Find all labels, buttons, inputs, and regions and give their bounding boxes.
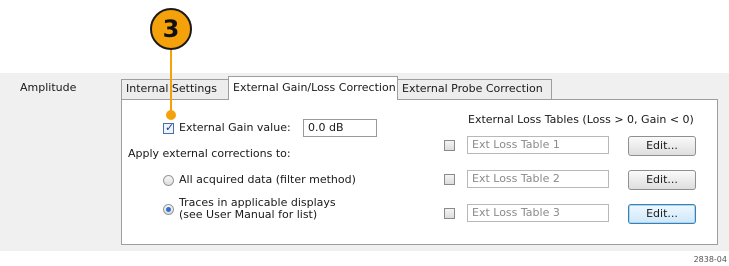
tab-internal-settings[interactable]: Internal Settings: [121, 79, 229, 99]
traces-in-displays-label: Traces in applicable displays (see User …: [179, 197, 336, 221]
all-acquired-data-radio[interactable]: [163, 175, 174, 186]
loss-table-1-checkbox[interactable]: [444, 140, 455, 151]
checkmark-icon: ✓: [165, 121, 175, 134]
figure-number: 2838-04: [693, 255, 727, 264]
external-gain-checkbox[interactable]: ✓: [163, 121, 175, 134]
loss-tables-heading: External Loss Tables (Loss > 0, Gain < 0…: [468, 113, 694, 126]
loss-table-2-edit-button[interactable]: Edit...: [628, 170, 696, 190]
traces-in-displays-label-line2: (see User Manual for list): [179, 208, 318, 221]
traces-in-displays-radio[interactable]: [163, 204, 174, 215]
external-gain-label: External Gain value:: [179, 121, 291, 134]
callout-number-badge: 3: [150, 8, 192, 50]
callout-pointer-dot: [166, 110, 176, 120]
tab-external-gain-loss-correction[interactable]: External Gain/Loss Correction: [228, 76, 398, 100]
loss-table-3-field[interactable]: Ext Loss Table 3: [467, 204, 609, 222]
loss-table-1-edit-button[interactable]: Edit...: [628, 136, 696, 156]
section-label: Amplitude: [20, 81, 77, 94]
apply-corrections-heading: Apply external corrections to:: [128, 147, 291, 160]
loss-table-2-checkbox[interactable]: [444, 174, 455, 185]
loss-table-3-edit-button[interactable]: Edit...: [628, 204, 696, 224]
tab-content-panel: ✓ External Gain value: 0.0 dB Apply exte…: [121, 99, 718, 245]
all-acquired-data-label: All acquired data (filter method): [179, 173, 356, 186]
loss-table-1-field[interactable]: Ext Loss Table 1: [467, 136, 609, 154]
tab-external-probe-correction[interactable]: External Probe Correction: [397, 79, 552, 99]
callout-leader-line: [170, 50, 172, 112]
external-gain-value-input[interactable]: 0.0 dB: [303, 119, 377, 137]
loss-table-3-checkbox[interactable]: [444, 208, 455, 219]
loss-table-2-field[interactable]: Ext Loss Table 2: [467, 170, 609, 188]
